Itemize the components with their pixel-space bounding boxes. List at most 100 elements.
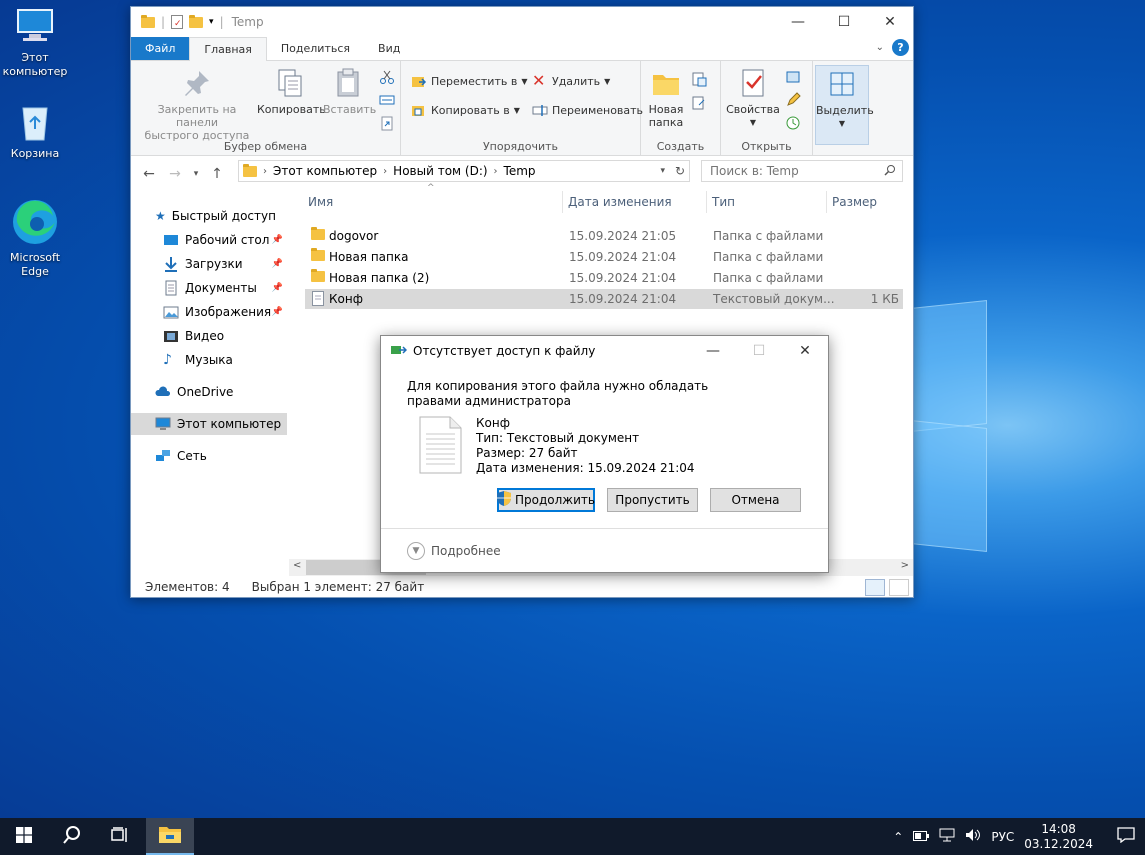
new-item-icon[interactable] xyxy=(691,71,707,87)
file-row[interactable]: Новая папка 15.09.2024 21:04 Папка с фай… xyxy=(305,247,903,267)
column-header-type[interactable]: Тип xyxy=(707,191,827,213)
nav-label: Этот компьютер xyxy=(177,417,282,431)
delete-icon: ✕ xyxy=(532,71,546,90)
tab-view[interactable]: Вид xyxy=(364,37,414,60)
cut-icon[interactable] xyxy=(379,69,395,85)
select-label: Выделить xyxy=(816,104,874,117)
start-button[interactable] xyxy=(0,818,48,855)
nav-pictures[interactable]: Изображения 📌 xyxy=(131,301,287,323)
search-box[interactable] xyxy=(701,160,903,182)
move-to-button[interactable]: Переместить в ▼ xyxy=(411,73,528,89)
taskbar-explorer-button[interactable] xyxy=(146,818,194,855)
address-dropdown-icon[interactable]: ▾ xyxy=(660,166,665,176)
back-button[interactable]: ← xyxy=(139,166,159,182)
properties-quick-icon[interactable]: ✓ xyxy=(171,15,184,29)
dialog-close-button[interactable]: ✕ xyxy=(782,336,828,366)
properties-button[interactable]: Свойства ▼ xyxy=(725,67,781,129)
move-to-icon xyxy=(411,73,427,89)
paste-button[interactable]: Вставить xyxy=(323,67,376,116)
notification-center-icon[interactable] xyxy=(1117,827,1135,846)
column-header-name[interactable]: Имя xyxy=(303,191,563,213)
recent-locations-button[interactable]: ▾ xyxy=(191,169,201,179)
nav-downloads[interactable]: Загрузки 📌 xyxy=(131,253,287,275)
more-details-toggle[interactable]: Подробнее xyxy=(431,544,501,558)
minimize-button[interactable]: — xyxy=(775,7,821,37)
desktop-icon-edge[interactable]: Microsoft Edge xyxy=(0,196,70,279)
clock[interactable]: 14:08 03.12.2024 xyxy=(1024,822,1093,852)
dialog-minimize-button[interactable]: — xyxy=(690,336,736,366)
search-input[interactable] xyxy=(710,164,880,178)
column-header-date[interactable]: Дата изменения xyxy=(563,191,707,213)
clipboard-group: Закрепить на панели быстрого доступа Коп… xyxy=(131,61,401,156)
rename-icon xyxy=(532,102,548,118)
nav-network[interactable]: Сеть xyxy=(131,445,287,467)
expand-details-icon[interactable]: ▼ xyxy=(407,541,425,560)
details-view-icon[interactable] xyxy=(865,579,885,596)
nav-this-pc[interactable]: Этот компьютер xyxy=(131,413,287,435)
nav-video[interactable]: Видео xyxy=(131,325,287,347)
battery-icon[interactable] xyxy=(913,830,930,844)
file-row[interactable]: Новая папка (2) 15.09.2024 21:04 Папка с… xyxy=(305,268,903,288)
file-row[interactable]: Конф 15.09.2024 21:04 Текстовый докум...… xyxy=(305,289,903,309)
easy-access-icon[interactable] xyxy=(691,95,707,111)
edit-icon[interactable] xyxy=(785,92,801,108)
copy-path-icon[interactable] xyxy=(379,92,395,108)
tab-home[interactable]: Главная xyxy=(189,37,267,61)
search-icon xyxy=(62,825,82,848)
new-folder-quick-icon[interactable] xyxy=(189,14,204,28)
nav-onedrive[interactable]: OneDrive xyxy=(131,381,287,403)
file-date: 15.09.2024 21:05 xyxy=(569,229,677,243)
network-icon[interactable] xyxy=(939,828,955,845)
pin-icon xyxy=(181,67,213,99)
skip-button[interactable]: Пропустить xyxy=(607,488,698,512)
tab-share[interactable]: Поделиться xyxy=(267,37,364,60)
rename-button[interactable]: Переименовать xyxy=(532,102,643,118)
scroll-left-icon[interactable]: < xyxy=(293,560,301,571)
continue-button[interactable]: Продолжить xyxy=(497,488,595,512)
show-hidden-icons-chevron-icon[interactable]: ⌃ xyxy=(893,830,903,844)
refresh-icon[interactable]: ↻ xyxy=(675,164,685,178)
volume-icon[interactable] xyxy=(965,828,981,845)
maximize-button[interactable]: ☐ xyxy=(821,7,867,37)
nav-quick-access[interactable]: ★ Быстрый доступ xyxy=(131,205,287,227)
select-button[interactable]: Выделить ▼ xyxy=(815,65,874,145)
task-view-button[interactable] xyxy=(96,818,144,855)
nav-music[interactable]: ♪ Музыка xyxy=(131,349,287,371)
nav-label: Музыка xyxy=(185,353,233,367)
close-button[interactable]: ✕ xyxy=(867,7,913,37)
input-language-indicator[interactable]: РУС xyxy=(991,830,1014,844)
pin-quick-access-button[interactable]: Закрепить на панели быстрого доступа xyxy=(137,67,257,142)
nav-documents[interactable]: Документы 📌 xyxy=(131,277,287,299)
delete-button[interactable]: ✕ Удалить ▼ xyxy=(532,73,610,89)
history-icon[interactable] xyxy=(785,115,801,131)
video-icon xyxy=(163,328,179,344)
breadcrumb-this-pc[interactable]: Этот компьютер xyxy=(273,164,377,178)
scroll-right-icon[interactable]: > xyxy=(901,560,909,571)
up-button[interactable]: ↑ xyxy=(207,166,227,182)
open-icon[interactable] xyxy=(785,69,801,85)
chevron-down-icon: ▼ xyxy=(749,118,757,127)
copy-button[interactable]: Копировать xyxy=(257,67,326,116)
file-size: 1 КБ xyxy=(870,292,899,306)
new-folder-button[interactable]: Новая папка xyxy=(645,67,687,129)
paste-shortcut-icon[interactable] xyxy=(379,115,395,131)
column-header-size[interactable]: Размер xyxy=(827,191,905,213)
help-icon[interactable]: ? xyxy=(892,39,909,56)
copy-to-button[interactable]: Копировать в ▼ xyxy=(411,102,520,118)
breadcrumb-temp[interactable]: Temp xyxy=(504,164,536,178)
file-row[interactable]: dogovor 15.09.2024 21:05 Папка с файлами xyxy=(305,226,903,246)
ribbon-expand-icon[interactable]: ⌄ xyxy=(876,42,884,53)
breadcrumb-drive[interactable]: Новый том (D:) xyxy=(393,164,487,178)
nav-desktop[interactable]: Рабочий стол 📌 xyxy=(131,229,287,251)
quick-access-dropdown-icon[interactable]: ▾ xyxy=(209,17,214,27)
search-button[interactable] xyxy=(48,818,96,855)
address-bar[interactable]: › Этот компьютер › Новый том (D:) › Temp… xyxy=(238,160,690,182)
tab-file[interactable]: Файл xyxy=(131,37,190,60)
file-access-denied-dialog: Отсутствует доступ к файлу — ☐ ✕ Для коп… xyxy=(380,335,829,573)
cancel-button[interactable]: Отмена xyxy=(710,488,801,512)
forward-button[interactable]: → xyxy=(165,166,185,182)
desktop-icon-this-pc[interactable]: Этот компьютер xyxy=(0,4,70,79)
desktop-icon-recycle-bin[interactable]: Корзина xyxy=(0,100,70,161)
navigation-pane: ★ Быстрый доступ Рабочий стол 📌 Загрузки… xyxy=(131,187,289,572)
large-icons-view-icon[interactable] xyxy=(889,579,909,596)
